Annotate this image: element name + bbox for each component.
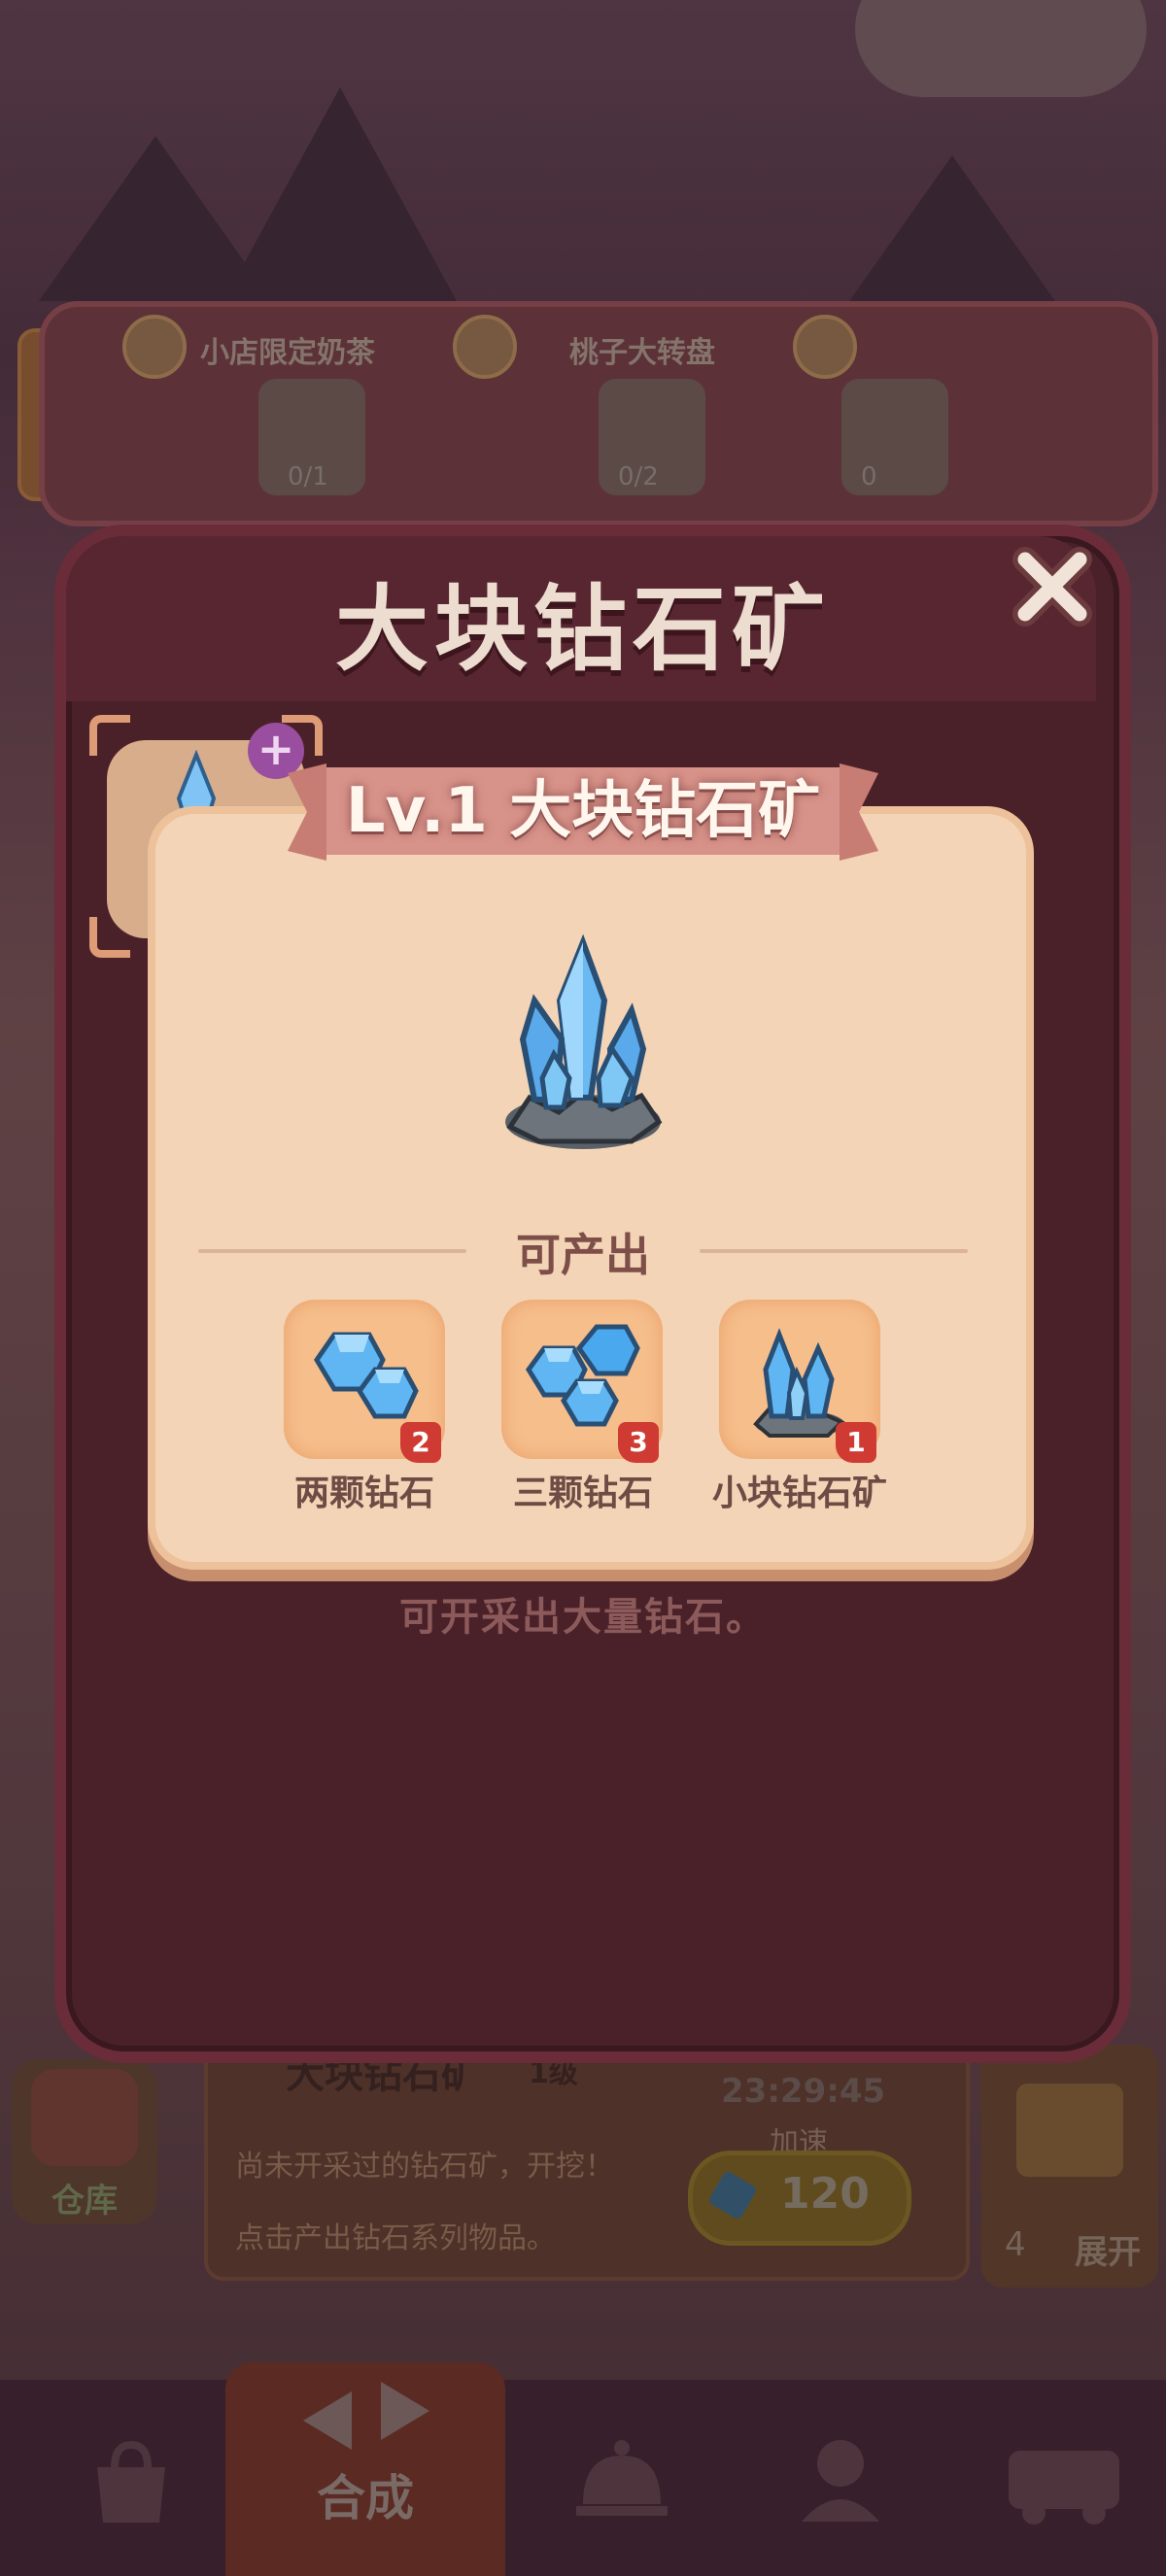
item-description: 可开采出大量钻石。 — [399, 1595, 767, 1640]
output-item-three-diamonds[interactable]: 3 — [501, 1300, 663, 1463]
divider-left — [198, 1249, 466, 1253]
modal-title: 大块钻石矿 — [335, 575, 831, 684]
output-item-two-diamonds[interactable]: 2 — [284, 1300, 445, 1463]
close-icon — [1012, 547, 1092, 627]
output-item-label: 小块钻石矿 — [711, 1474, 887, 1513]
output-item-small-diamond-ore[interactable]: 1 — [719, 1300, 880, 1463]
output-item-label: 两颗钻石 — [293, 1474, 434, 1513]
divider-right — [700, 1249, 968, 1253]
output-level-badge: 2 — [400, 1422, 441, 1463]
two-diamonds-icon — [314, 1332, 419, 1419]
output-level-badge: 1 — [836, 1422, 876, 1463]
produce-label: 可产出 — [516, 1229, 650, 1281]
close-button[interactable] — [1006, 540, 1099, 633]
frame-corner — [89, 917, 130, 958]
frame-corner — [89, 715, 130, 756]
large-diamond-ore-icon — [505, 933, 663, 1149]
output-item-label: 三颗钻石 — [512, 1474, 653, 1513]
output-level-badge: 3 — [618, 1422, 659, 1463]
item-level-title: Lv.1 大块钻石矿 — [345, 775, 821, 847]
